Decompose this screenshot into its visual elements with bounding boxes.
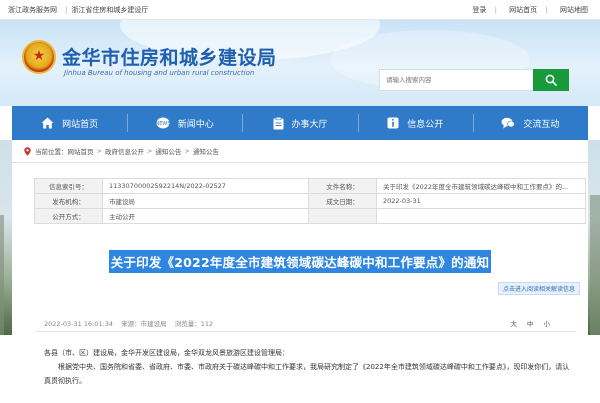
document-body: 各县（市、区）建设局，金华开发区建设局，金华双龙风景旅游区建设管理局： 根据党中… xyxy=(44,346,574,388)
nav-service-hall-label: 办事大厅 xyxy=(291,119,328,130)
meta-label: 信息索引号： xyxy=(34,178,103,194)
meta-mode-value: 主动公开 xyxy=(102,208,309,224)
divider xyxy=(36,331,576,332)
link-provincial-housing-dept[interactable]: 浙江省住房和城乡建设厅 xyxy=(71,6,148,14)
breadcrumb-prefix: 当前位置： xyxy=(35,148,68,156)
font-size-medium[interactable]: 中 xyxy=(527,320,534,328)
document-title: 关于印发《2022年度全市建筑领域碳达峰碳中和工作要点》的通知 xyxy=(108,250,492,273)
building-shape xyxy=(590,195,600,335)
interpretation-button[interactable]: 点击进入阅读相关解读信息 xyxy=(498,282,580,295)
site-subtitle: Jinhua Bureau of housing and urban rural… xyxy=(64,69,255,77)
search-input[interactable] xyxy=(380,70,534,90)
link-zhejiang-gov-service[interactable]: 浙江政务服务网 xyxy=(8,6,57,14)
table-row: 公开方式： 主动公开 xyxy=(34,208,586,224)
nav-info-disclosure-label: 信息公开 xyxy=(407,119,444,130)
login-link[interactable]: 登录 xyxy=(472,6,486,14)
meta-empty-cell xyxy=(376,208,586,224)
breadcrumb-separator: > xyxy=(184,147,190,155)
nav-info-disclosure[interactable]: 信息公开 xyxy=(357,106,473,140)
site-header: 金华市住房和城乡建设局 Jinhua Bureau of housing and… xyxy=(0,20,600,106)
meta-label: 公开方式： xyxy=(34,208,103,224)
site-title: 金华市住房和城乡建设局 xyxy=(62,47,277,69)
top-bar: 浙江政务服务网 | 浙江省住房和城乡建设厅 登录 | 网站首页 | 网站地图 xyxy=(0,0,600,20)
body-paragraph: 根据党中央、国务院和省委、省政府、市委、市政府关于碳达峰碳中和工作要求，我局研究… xyxy=(44,363,570,385)
breadcrumb-gov-info[interactable]: 政府信息公开 xyxy=(105,146,144,156)
meta-empty-cell xyxy=(308,208,377,224)
table-row: 发布机构： 市建设局 成文日期： 2022-03-31 xyxy=(34,193,586,209)
main-nav: 网站首页 NEWS 新闻中心 办事大厅 信息公开 交流互动 xyxy=(12,106,588,140)
top-links-left: 浙江政务服务网 | 浙江省住房和城乡建设厅 xyxy=(8,5,152,15)
breadcrumb-home[interactable]: 网站首页 xyxy=(68,146,94,156)
meta-label: 成文日期： xyxy=(308,193,377,209)
location-pin-icon xyxy=(24,146,31,156)
nav-news[interactable]: NEWS 新闻中心 xyxy=(127,106,242,140)
meta-file-name-value: 关于印发《2022年度全市建筑领域碳达峰碳中和工作要点》的... xyxy=(376,178,586,194)
home-link[interactable]: 网站首页 xyxy=(509,6,537,14)
divider: | xyxy=(65,6,68,14)
font-size-controls: 大 中 小 xyxy=(502,318,550,328)
nav-home[interactable]: 网站首页 xyxy=(12,106,127,140)
salutation: 各县（市、区）建设局，金华开发区建设局，金华双龙风景旅游区建设管理局： xyxy=(44,349,289,357)
font-size-small[interactable]: 小 xyxy=(544,320,551,328)
info-icon xyxy=(387,117,399,129)
home-icon xyxy=(41,117,54,129)
search-box xyxy=(379,69,569,91)
breadcrumb-separator: > xyxy=(96,147,102,155)
building-shape xyxy=(0,215,4,335)
national-emblem-icon xyxy=(22,40,56,74)
meta-date-value: 2022-03-31 xyxy=(376,193,586,209)
breadcrumb-notices[interactable]: 通知公告 xyxy=(155,146,181,156)
table-row: 信息索引号： 11330700002592214N/2022-02527 文件名… xyxy=(34,178,586,194)
nav-service-hall[interactable]: 办事大厅 xyxy=(242,106,357,140)
view-count: 浏览量：112 xyxy=(174,320,214,328)
meta-index-value: 11330700002592214N/2022-02527 xyxy=(102,178,309,194)
divider: | xyxy=(545,6,548,14)
breadcrumb-separator: > xyxy=(146,147,153,155)
search-button[interactable] xyxy=(533,69,569,91)
clipboard-icon xyxy=(273,116,284,130)
nav-interaction[interactable]: 交流互动 xyxy=(472,106,588,140)
sitemap-link[interactable]: 网站地图 xyxy=(560,6,588,14)
chat-icon xyxy=(501,117,516,129)
divider xyxy=(12,162,588,163)
meta-label: 文件名称： xyxy=(308,178,377,194)
document-meta-table: 信息索引号： 11330700002592214N/2022-02527 文件名… xyxy=(34,178,586,224)
divider: | xyxy=(494,6,497,14)
nav-interaction-label: 交流互动 xyxy=(523,119,560,130)
top-links-right: 登录 | 网站首页 | 网站地图 xyxy=(466,5,588,15)
publish-time: 2022-03-31 16:01:34 xyxy=(44,320,114,328)
nav-news-label: 新闻中心 xyxy=(177,119,214,130)
content-panel: 当前位置： 网站首页 > 政府信息公开 > 通知公告 > 通知公告 信息索引号：… xyxy=(12,140,588,403)
svg-text:NEWS: NEWS xyxy=(156,121,170,127)
font-size-large[interactable]: 大 xyxy=(510,320,517,328)
nav-home-label: 网站首页 xyxy=(62,119,99,130)
meta-issuer-value: 市建设局 xyxy=(102,193,309,209)
search-icon xyxy=(545,74,557,86)
document-info: 2022-03-31 16:01:34 来源：市建设局 浏览量：112 xyxy=(44,318,219,328)
document-title-wrap: 关于印发《2022年度全市建筑领域碳达峰碳中和工作要点》的通知 xyxy=(12,250,588,273)
meta-label: 发布机构： xyxy=(34,193,103,209)
breadcrumb-notices-current[interactable]: 通知公告 xyxy=(193,146,219,156)
breadcrumb: 当前位置： 网站首页 > 政府信息公开 > 通知公告 > 通知公告 xyxy=(24,146,219,156)
news-icon: NEWS xyxy=(156,117,170,129)
document-source: 来源：市建设局 xyxy=(121,320,167,328)
